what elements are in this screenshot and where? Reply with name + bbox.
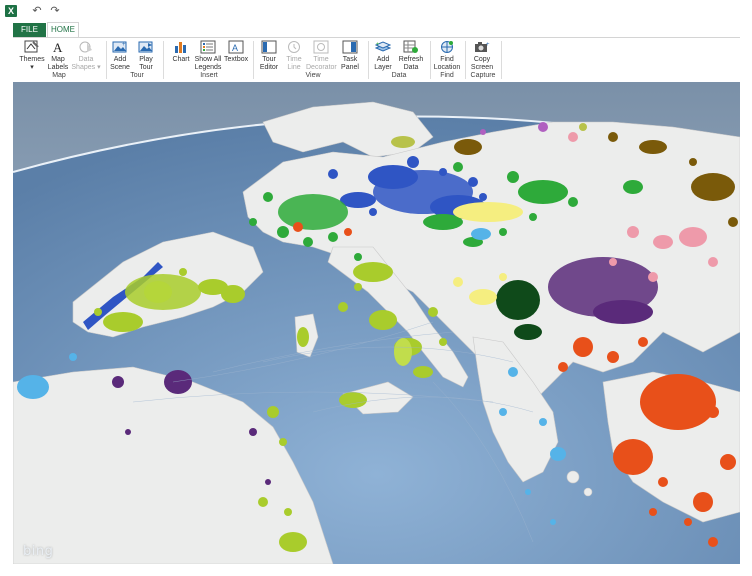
camera-icon: + — [475, 42, 490, 52]
time-line-label2: Line — [287, 64, 301, 71]
show-all-legends-label1: Show All — [194, 56, 222, 63]
find-location-button[interactable]: Find Location — [433, 40, 461, 72]
map-labels-button[interactable]: A Map Labels — [47, 40, 69, 72]
themes-label: Themes — [19, 56, 45, 63]
data-shapes-label2: Shapes ▾ — [71, 64, 101, 71]
time-line-label1: Time — [286, 56, 302, 63]
add-layer-button[interactable]: + Add Layer — [372, 40, 394, 72]
group-separator — [368, 41, 369, 79]
themes-icon — [24, 40, 39, 53]
time-decorator-icon — [313, 40, 329, 54]
group-find-label: Find — [440, 72, 454, 79]
textbox-label: Textbox — [224, 56, 249, 63]
ribbon: Themes ▾ A Map Labels Data Shapes ▾ Map … — [13, 38, 740, 82]
add-layer-label2: Layer — [374, 64, 392, 71]
play-tour-label1: Play — [139, 56, 153, 63]
svg-text:A: A — [232, 43, 238, 53]
show-all-legends-label2: Legends — [194, 64, 222, 71]
refresh-data-button[interactable]: Refresh Data — [398, 40, 424, 72]
task-panel-icon — [342, 40, 358, 54]
map-labels-label1: Map — [51, 56, 65, 63]
undo-icon[interactable]: ↶ — [30, 4, 44, 18]
add-scene-label2: Scene — [110, 64, 130, 71]
group-insert-label: Insert — [200, 72, 218, 79]
textbox-button[interactable]: A Textbox — [224, 40, 248, 64]
chart-icon — [175, 42, 186, 53]
time-decorator-label1: Time — [313, 56, 329, 63]
group-capture-label: Capture — [470, 72, 496, 79]
find-location-label2: Location — [433, 64, 461, 71]
play-tour-label2: Tour — [139, 64, 153, 71]
refresh-data-icon — [403, 40, 418, 53]
chart-button[interactable]: Chart — [170, 40, 192, 64]
tab-file[interactable]: FILE — [13, 23, 46, 37]
tour-editor-label1: Tour — [262, 56, 276, 63]
add-scene-icon: + — [112, 41, 127, 53]
chart-label: Chart — [172, 56, 190, 63]
add-layer-icon: + — [375, 41, 391, 52]
tab-home[interactable]: HOME — [47, 22, 79, 37]
map-labels-icon: A — [53, 40, 63, 54]
refresh-data-label1: Refresh — [398, 56, 424, 63]
group-separator — [501, 41, 502, 79]
excel-icon: X — [5, 5, 17, 17]
map-labels-label2: Labels — [47, 64, 69, 71]
globe-map[interactable] — [13, 82, 740, 564]
find-location-label1: Find — [440, 56, 454, 63]
svg-text:+: + — [376, 42, 380, 48]
data-shapes-icon — [79, 41, 92, 53]
svg-text:+: + — [122, 42, 126, 48]
group-separator — [253, 41, 254, 79]
task-panel-label1: Task — [342, 56, 358, 63]
data-shapes-button[interactable]: Data Shapes ▾ — [71, 40, 101, 72]
task-panel-label2: Panel — [341, 64, 359, 71]
add-scene-label1: Add — [113, 56, 127, 63]
ribbon-tabs: FILE HOME — [0, 22, 752, 37]
textbox-icon: A — [228, 40, 244, 54]
tour-editor-button[interactable]: Tour Editor — [258, 40, 280, 72]
themes-button[interactable]: Themes ▾ — [19, 40, 45, 72]
copy-screen-button[interactable]: + Copy Screen — [469, 40, 495, 72]
group-separator — [106, 41, 107, 79]
refresh-data-label2: Data — [403, 64, 419, 71]
add-layer-label1: Add — [376, 56, 390, 63]
legends-icon — [200, 40, 216, 54]
time-decorator-label2: Decorator — [306, 64, 337, 71]
bing-watermark: bing — [23, 544, 54, 559]
play-tour-button[interactable]: Play Tour — [135, 40, 157, 72]
timeline-icon — [288, 41, 300, 53]
group-map-label: Map — [52, 72, 66, 79]
quick-access-toolbar: X ↶ ↷ — [0, 0, 752, 22]
task-panel-button[interactable]: Task Panel — [339, 40, 361, 72]
copy-screen-label2: Screen — [470, 64, 494, 71]
tour-editor-label2: Editor — [259, 64, 279, 71]
find-location-icon — [441, 41, 453, 53]
svg-text:A: A — [53, 40, 63, 54]
svg-text:+: + — [486, 42, 490, 48]
copy-screen-label1: Copy — [473, 56, 491, 63]
group-view-label: View — [305, 72, 321, 79]
group-tour-label: Tour — [130, 72, 144, 79]
redo-icon[interactable]: ↷ — [48, 4, 62, 18]
themes-dropdown: ▾ — [30, 64, 34, 71]
tour-editor-icon — [261, 40, 277, 54]
add-scene-button[interactable]: + Add Scene — [109, 40, 131, 72]
time-decorator-button[interactable]: Time Decorator — [306, 40, 337, 72]
data-shapes-label1: Data — [78, 56, 94, 63]
map-viewport[interactable]: bing — [13, 82, 740, 564]
group-separator — [163, 41, 164, 79]
group-data-label: Data — [391, 72, 407, 79]
show-all-legends-button[interactable]: Show All Legends — [194, 40, 222, 72]
play-tour-icon — [138, 41, 153, 53]
time-line-button[interactable]: Time Line — [284, 40, 304, 72]
